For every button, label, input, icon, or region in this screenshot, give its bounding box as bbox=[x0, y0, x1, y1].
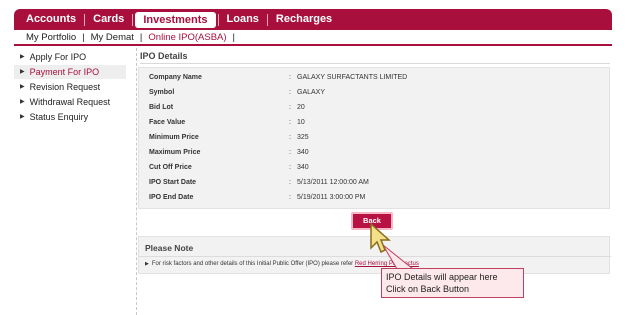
sidebar-item-status-enquiry[interactable]: ▶ Status Enquiry bbox=[14, 110, 126, 124]
sub-navigation: My Portfolio | My Demat | Online IPO(ASB… bbox=[14, 30, 612, 46]
callout-line-1: IPO Details will appear here bbox=[386, 272, 498, 282]
sidebar: ▶ Apply For IPO ▶ Payment For IPO ▶ Revi… bbox=[14, 50, 126, 125]
detail-label: Symbol bbox=[149, 89, 175, 96]
detail-row-bid-lot: Bid Lot : 20 bbox=[149, 104, 599, 116]
top-navigation-bar: Accounts Cards Investments Loans Recharg… bbox=[14, 9, 612, 30]
detail-value: 5/19/2011 3:00:00 PM bbox=[297, 194, 366, 201]
detail-label: IPO Start Date bbox=[149, 179, 197, 186]
note-text: ▶ For risk factors and other details of t… bbox=[145, 261, 419, 267]
detail-colon: : bbox=[289, 164, 291, 171]
detail-label: Company Name bbox=[149, 74, 202, 81]
sidebar-item-payment-for-ipo[interactable]: ▶ Payment For IPO bbox=[14, 65, 126, 79]
detail-row-cut-off-price: Cut Off Price : 340 bbox=[149, 164, 599, 176]
mouse-pointer-icon bbox=[370, 222, 391, 254]
detail-colon: : bbox=[289, 89, 291, 96]
detail-row-face-value: Face Value : 10 bbox=[149, 119, 599, 131]
callout-line-2: Click on Back Button bbox=[386, 284, 470, 294]
tab-investments[interactable]: Investments bbox=[135, 11, 216, 28]
detail-colon: : bbox=[289, 104, 291, 111]
sidebar-item-label: Revision Request bbox=[29, 82, 101, 92]
detail-value: 340 bbox=[297, 164, 309, 171]
detail-value: 5/13/2011 12:00:00 AM bbox=[297, 179, 369, 186]
detail-label: Minimum Price bbox=[149, 134, 199, 141]
sidebar-divider bbox=[136, 48, 137, 315]
detail-colon: : bbox=[289, 134, 291, 141]
detail-colon: : bbox=[289, 149, 291, 156]
bullet-icon: ▶ bbox=[145, 261, 149, 267]
bullet-icon: ▶ bbox=[20, 114, 25, 120]
detail-row-company-name: Company Name : GALAXY SURFACTANTS LIMITE… bbox=[149, 74, 599, 86]
detail-label: IPO End Date bbox=[149, 194, 194, 201]
detail-label: Cut Off Price bbox=[149, 164, 192, 171]
instruction-callout: IPO Details will appear here Click on Ba… bbox=[381, 268, 524, 298]
detail-row-maximum-price: Maximum Price : 340 bbox=[149, 149, 599, 161]
sub-nav-separator: | bbox=[232, 31, 235, 43]
tab-recharges[interactable]: Recharges bbox=[268, 12, 340, 27]
page-title: IPO Details bbox=[140, 51, 188, 61]
note-body: For risk factors and other details of th… bbox=[151, 261, 354, 267]
detail-value: 340 bbox=[297, 149, 309, 156]
sidebar-item-label: Withdrawal Request bbox=[29, 97, 111, 107]
sidebar-item-withdrawal-request[interactable]: ▶ Withdrawal Request bbox=[14, 95, 126, 109]
bullet-icon: ▶ bbox=[20, 84, 25, 90]
sidebar-item-label: Apply For IPO bbox=[29, 52, 87, 62]
sub-nav-online-ipo[interactable]: Online IPO(ASBA) bbox=[144, 32, 230, 43]
detail-value: GALAXY SURFACTANTS LIMITED bbox=[297, 74, 408, 81]
bullet-icon: ▶ bbox=[20, 69, 25, 75]
detail-row-ipo-end-date: IPO End Date : 5/19/2011 3:00:00 PM bbox=[149, 194, 599, 206]
detail-colon: : bbox=[289, 119, 291, 126]
note-divider bbox=[139, 256, 611, 257]
sidebar-item-label: Status Enquiry bbox=[29, 112, 89, 122]
detail-label: Maximum Price bbox=[149, 149, 201, 156]
sidebar-item-label: Payment For IPO bbox=[29, 67, 100, 77]
detail-label: Bid Lot bbox=[149, 104, 174, 111]
sub-nav-my-portfolio[interactable]: My Portfolio bbox=[22, 32, 80, 43]
detail-value: 325 bbox=[297, 134, 309, 141]
detail-row-ipo-start-date: IPO Start Date : 5/13/2011 12:00:00 AM bbox=[149, 179, 599, 191]
detail-row-symbol: Symbol : GALAXY bbox=[149, 89, 599, 101]
detail-colon: : bbox=[289, 74, 291, 81]
detail-row-minimum-price: Minimum Price : 325 bbox=[149, 134, 599, 146]
detail-value: GALAXY bbox=[297, 89, 326, 96]
note-title: Please Note bbox=[145, 243, 194, 253]
bullet-icon: ▶ bbox=[20, 54, 25, 60]
detail-value: 20 bbox=[297, 104, 305, 111]
detail-value: 10 bbox=[297, 119, 305, 126]
detail-colon: : bbox=[289, 194, 291, 201]
tab-accounts[interactable]: Accounts bbox=[18, 12, 84, 27]
sidebar-item-apply-for-ipo[interactable]: ▶ Apply For IPO bbox=[14, 50, 126, 64]
tab-cards[interactable]: Cards bbox=[85, 12, 132, 27]
sub-nav-my-demat[interactable]: My Demat bbox=[87, 32, 138, 43]
detail-label: Face Value bbox=[149, 119, 186, 126]
title-underline bbox=[140, 63, 610, 64]
tab-loans[interactable]: Loans bbox=[219, 12, 267, 27]
nav-divider bbox=[132, 13, 134, 26]
sidebar-item-revision-request[interactable]: ▶ Revision Request bbox=[14, 80, 126, 94]
ipo-details-panel: Company Name : GALAXY SURFACTANTS LIMITE… bbox=[138, 67, 610, 209]
detail-colon: : bbox=[289, 179, 291, 186]
bullet-icon: ▶ bbox=[20, 99, 25, 105]
